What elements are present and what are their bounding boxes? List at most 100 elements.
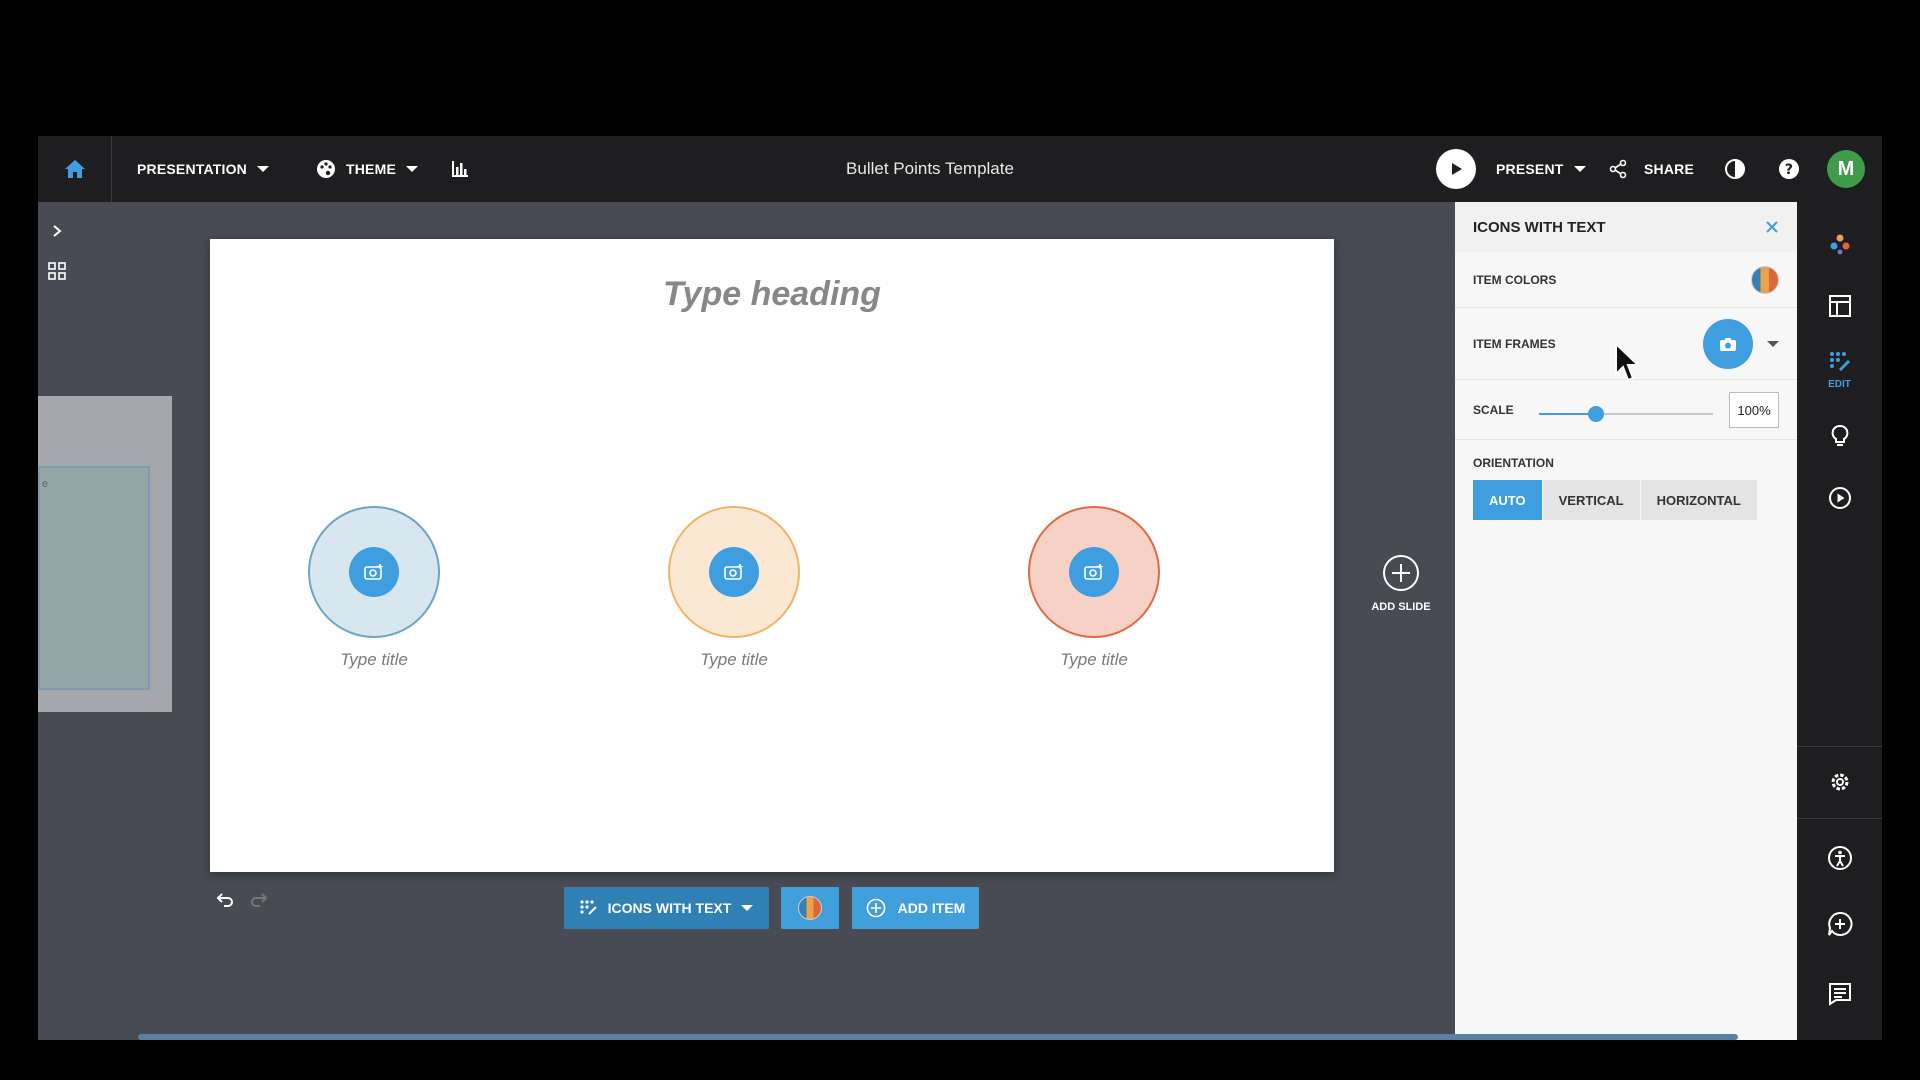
- theme-menu[interactable]: THEME: [316, 136, 418, 202]
- chevron-down-icon: [406, 166, 418, 172]
- app-window: PRESENTATION THEME Bullet Points Templat…: [38, 136, 1882, 1040]
- lightbulb-icon: [1831, 425, 1848, 446]
- user-avatar-button[interactable]: M: [1827, 136, 1865, 202]
- accessibility-icon: [1827, 846, 1852, 870]
- slide-item[interactable]: Type title: [274, 506, 474, 670]
- present-label: PRESENT: [1496, 161, 1564, 177]
- layout-dropdown-button[interactable]: ICONS WITH TEXT: [564, 887, 769, 929]
- chevron-down-icon: [257, 166, 269, 172]
- rail-edit-label: EDIT: [1828, 378, 1851, 390]
- add-slide-button[interactable]: ADD SLIDE: [1361, 554, 1441, 613]
- scale-label: SCALE: [1473, 402, 1514, 417]
- orientation-toggle: AUTO VERTICAL HORIZONTAL: [1473, 480, 1779, 520]
- chevron-right-icon[interactable]: [50, 224, 64, 238]
- item-frame[interactable]: [668, 506, 800, 638]
- item-frames-dropdown[interactable]: [1703, 318, 1779, 369]
- layout-icon: [1828, 295, 1851, 317]
- add-photo-icon[interactable]: [709, 547, 759, 597]
- notes-icon: [1828, 983, 1851, 1006]
- orientation-horizontal-button[interactable]: HORIZONTAL: [1640, 480, 1758, 520]
- help-icon: ?: [1779, 159, 1799, 179]
- rail-accessibility-button[interactable]: [1797, 836, 1882, 880]
- slide-canvas[interactable]: Type heading Type title Type title Type …: [210, 239, 1334, 872]
- properties-panel: ICONS WITH TEXT ITEM COLORS ITEM FRAMES …: [1455, 202, 1797, 1040]
- panel-title: ICONS WITH TEXT: [1473, 218, 1606, 236]
- rail-edit-button[interactable]: EDIT: [1797, 342, 1882, 398]
- add-comment-icon: [1827, 911, 1852, 936]
- add-photo-icon[interactable]: [1069, 547, 1119, 597]
- add-slide-label: ADD SLIDE: [1371, 601, 1431, 613]
- scale-slider[interactable]: [1539, 406, 1713, 422]
- frame-camera-icon: [1703, 318, 1753, 369]
- thumbnail-content: e: [38, 466, 150, 690]
- close-icon[interactable]: [1765, 220, 1779, 234]
- rail-settings-button[interactable]: [1797, 760, 1882, 804]
- add-item-label: ADD ITEM: [897, 900, 966, 916]
- share-button[interactable]: SHARE: [1608, 136, 1694, 202]
- home-button[interactable]: [38, 136, 112, 202]
- right-rail: EDIT: [1797, 202, 1882, 1040]
- contrast-toggle[interactable]: [1724, 136, 1746, 202]
- share-icon: [1609, 159, 1627, 179]
- orientation-vertical-button[interactable]: VERTICAL: [1542, 480, 1641, 520]
- rail-divider: [1797, 746, 1882, 747]
- thumbnail-text: e: [42, 478, 49, 490]
- item-title[interactable]: Type title: [634, 650, 834, 670]
- slide-item[interactable]: Type title: [994, 506, 1194, 670]
- slide-item[interactable]: Type title: [634, 506, 834, 670]
- grid-view-icon[interactable]: [48, 262, 66, 280]
- svg-text:?: ?: [1785, 162, 1793, 178]
- item-colors-swatch[interactable]: [1751, 265, 1779, 294]
- palette-icon: [317, 160, 335, 178]
- scale-input[interactable]: 100%: [1729, 392, 1779, 428]
- theme-menu-label: THEME: [346, 161, 396, 177]
- layout-edit-icon: [580, 900, 597, 915]
- redo-icon[interactable]: [250, 892, 268, 908]
- mouse-cursor-icon: [1615, 342, 1641, 382]
- analytics-button[interactable]: [450, 136, 470, 202]
- chevron-down-icon: [1573, 166, 1586, 172]
- horizontal-scrollbar[interactable]: [138, 1034, 1738, 1040]
- item-colors-button[interactable]: [781, 887, 839, 929]
- rail-animation-button[interactable]: [1797, 476, 1882, 520]
- home-icon: [64, 160, 85, 178]
- slide-thumbnail[interactable]: e: [38, 396, 172, 712]
- rail-layout-button[interactable]: [1797, 284, 1882, 328]
- presentation-menu-label: PRESENTATION: [137, 161, 247, 177]
- rail-comments-button[interactable]: [1797, 902, 1882, 946]
- scale-row: SCALE 100%: [1455, 380, 1797, 440]
- slide-heading[interactable]: Type heading: [210, 275, 1334, 314]
- help-button[interactable]: ?: [1778, 136, 1800, 202]
- item-title[interactable]: Type title: [994, 650, 1194, 670]
- panel-header: ICONS WITH TEXT: [1455, 202, 1797, 252]
- item-colors-row: ITEM COLORS: [1455, 252, 1797, 308]
- presentation-menu[interactable]: PRESENTATION: [137, 136, 269, 202]
- orientation-label: ORIENTATION: [1473, 456, 1554, 470]
- play-circle-icon: [1828, 487, 1851, 509]
- play-icon: [1436, 149, 1476, 189]
- undo-icon[interactable]: [216, 892, 234, 908]
- layout-label: ICONS WITH TEXT: [607, 900, 732, 916]
- design-icon: [1830, 234, 1849, 255]
- rail-design-button[interactable]: [1797, 222, 1882, 266]
- present-button[interactable]: PRESENT: [1436, 136, 1586, 202]
- color-swatch-icon: [798, 896, 822, 920]
- bar-chart-icon: [452, 161, 468, 177]
- scale-slider-handle[interactable]: [1588, 406, 1605, 422]
- gear-icon: [1831, 773, 1848, 791]
- share-label: SHARE: [1644, 161, 1695, 177]
- rail-ideas-button[interactable]: [1797, 414, 1882, 458]
- contrast-icon: [1725, 159, 1745, 179]
- edit-icon: [1829, 351, 1850, 371]
- item-frame[interactable]: [1028, 506, 1160, 638]
- add-photo-icon[interactable]: [349, 547, 399, 597]
- item-title[interactable]: Type title: [274, 650, 474, 670]
- rail-notes-button[interactable]: [1797, 972, 1882, 1016]
- add-item-button[interactable]: ADD ITEM: [852, 887, 979, 929]
- rail-divider: [1797, 818, 1882, 819]
- undo-redo-group: [216, 892, 268, 908]
- plus-circle-icon: [1383, 555, 1419, 591]
- item-colors-label: ITEM COLORS: [1473, 272, 1557, 287]
- item-frame[interactable]: [308, 506, 440, 638]
- orientation-auto-button[interactable]: AUTO: [1473, 480, 1543, 520]
